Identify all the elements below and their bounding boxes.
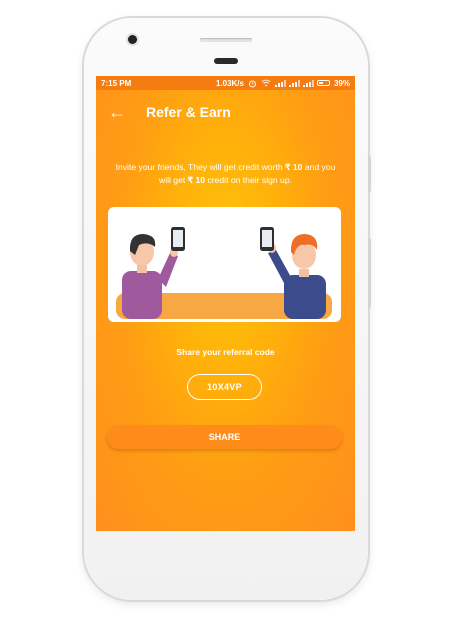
front-camera [128, 35, 137, 44]
referral-code-label: Share your referral code [176, 347, 275, 357]
signal-icon-2 [288, 79, 300, 87]
status-icons: 1.03K/s 39% [216, 79, 350, 88]
battery-percent: 39% [333, 78, 350, 88]
signal-icon [274, 79, 286, 87]
invite-text-3: credit on their sign up. [205, 175, 293, 185]
proximity-sensor [214, 58, 238, 64]
earpiece-speaker [200, 38, 252, 42]
friends-sharing-illustration [116, 227, 332, 319]
battery-icon [316, 80, 330, 86]
invite-description: Invite your friends, They will get credi… [110, 161, 341, 187]
invite-text-1: Invite your friends, They will get credi… [115, 162, 285, 172]
wifi-icon [261, 79, 271, 87]
referral-code[interactable]: 10X4VP [187, 374, 262, 400]
signal-icon-3 [302, 79, 314, 87]
invite-amount-friend: ₹ 10 [285, 162, 303, 172]
invite-amount-self: ₹ 10 [187, 175, 206, 185]
app-toolbar: ← Refer & Earn [96, 90, 355, 134]
share-button[interactable]: SHARE [107, 425, 342, 449]
status-bar: 7:15 PM 1.03K/s 39% [96, 76, 355, 90]
alarm-icon [249, 80, 256, 87]
network-speed: 1.03K/s [215, 78, 244, 88]
phone-frame: 7:15 PM 1.03K/s 39% ← Refer & Earn Invit… [84, 18, 371, 600]
app-screen: 7:15 PM 1.03K/s 39% ← Refer & Earn Invit… [96, 76, 355, 531]
volume-button [368, 238, 371, 308]
page-title: Refer & Earn [146, 104, 231, 120]
power-button [368, 156, 371, 192]
referral-illustration-card [108, 207, 341, 322]
status-time: 7:15 PM [101, 78, 132, 88]
back-arrow-icon[interactable]: ← [108, 102, 128, 123]
